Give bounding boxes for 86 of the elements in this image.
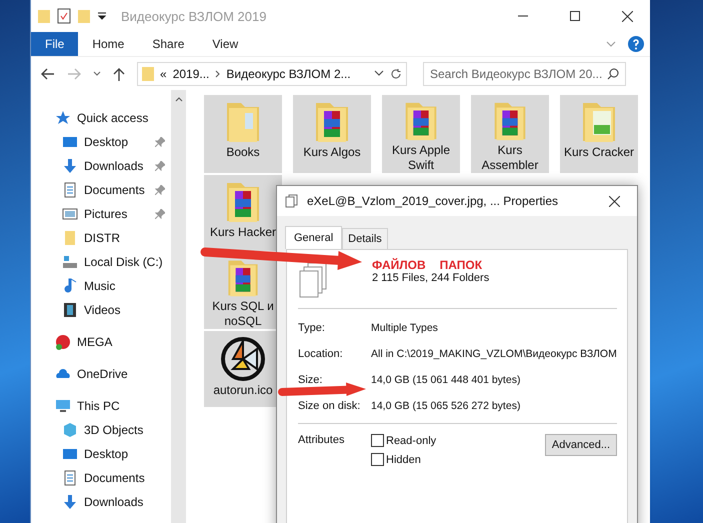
scroll-up-icon[interactable] xyxy=(174,96,182,102)
breadcrumb-item[interactable]: 2019... xyxy=(172,66,210,80)
property-value: 14,0 GB (15 061 448 401 bytes) xyxy=(371,374,520,386)
refresh-icon[interactable] xyxy=(390,68,402,80)
file-tile[interactable]: Books xyxy=(204,95,282,173)
ribbon-tab[interactable]: File xyxy=(31,32,78,56)
help-icon[interactable] xyxy=(628,36,644,52)
dialog-title: eXeL@B_Vzlom_2019_cover.jpg, ... Properties xyxy=(307,194,559,208)
monitor-icon xyxy=(62,446,78,462)
film-icon xyxy=(62,302,78,318)
maximize-icon xyxy=(570,11,580,21)
nav-item[interactable]: MEGA xyxy=(31,330,171,354)
nav-item[interactable]: Downloads xyxy=(31,154,171,178)
up-arrow-icon xyxy=(113,66,125,80)
down-arrow-icon xyxy=(62,494,78,510)
address-bar[interactable]: « 2019... Видеокурс ВЗЛОМ 2... xyxy=(137,62,407,86)
nav-item[interactable]: Desktop xyxy=(31,442,171,466)
nav-item[interactable]: Pictures xyxy=(31,202,171,226)
document-icon xyxy=(62,182,78,198)
search-field[interactable]: Search Видеокурс ВЗЛОМ 20... xyxy=(423,62,626,86)
close-icon xyxy=(622,10,632,22)
attribute-checkbox[interactable]: Read-only xyxy=(371,434,545,447)
nav-item[interactable]: DISTR xyxy=(31,226,171,250)
attributes-label: Attributes xyxy=(298,434,346,448)
property-value: Multiple Types xyxy=(371,322,438,334)
chevron-down-icon[interactable] xyxy=(374,70,384,78)
hard-drive-icon xyxy=(62,254,78,270)
close-icon xyxy=(608,196,620,206)
chevron-down-icon xyxy=(93,70,101,76)
nav-item[interactable]: OneDrive xyxy=(31,362,171,386)
computer-icon xyxy=(55,398,71,414)
music-note-icon xyxy=(62,278,78,294)
item-count: 2 115 Files, 244 Folders xyxy=(372,272,490,284)
down-arrow-icon xyxy=(62,158,78,174)
cube-icon xyxy=(62,422,78,438)
scrollbar[interactable] xyxy=(171,90,186,523)
folder-icon xyxy=(142,66,154,82)
attribute-checkbox[interactable]: Hidden xyxy=(371,453,545,466)
circle-logo-icon xyxy=(55,334,71,350)
breadcrumb-item[interactable]: Видеокурс ВЗЛОМ 2... xyxy=(226,66,351,80)
files-icon xyxy=(298,262,328,300)
star-icon xyxy=(55,110,71,126)
file-tile[interactable]: Kurs Algos xyxy=(293,95,371,173)
annotation-label: ПАПОК xyxy=(440,258,482,272)
back-arrow-icon xyxy=(41,68,55,80)
ribbon-tab[interactable]: Share xyxy=(138,32,198,56)
file-tile[interactable]: Kurs Cracker xyxy=(560,95,638,173)
forward-arrow-icon xyxy=(67,68,81,80)
annotation-label: ФАЙЛОВ xyxy=(372,258,426,272)
ribbon-tab[interactable]: Home xyxy=(78,32,138,56)
file-tile[interactable]: Kurs Apple Swift xyxy=(382,95,460,173)
picture-icon xyxy=(62,206,78,222)
nav-item[interactable]: Local Disk (C:) xyxy=(31,250,171,274)
nav-item[interactable]: Downloads xyxy=(31,490,171,514)
ribbon-tab[interactable]: View xyxy=(198,32,252,56)
monitor-icon xyxy=(62,134,78,150)
property-label: Type: xyxy=(298,322,326,334)
nav-item[interactable]: 3D Objects xyxy=(31,418,171,442)
property-label: Size: xyxy=(298,374,324,386)
nav-item[interactable]: Documents xyxy=(31,466,171,490)
chevron-right-icon xyxy=(215,70,220,78)
window-title: Видеокурс ВЗЛОМ 2019 xyxy=(121,8,268,24)
folder-icon xyxy=(62,230,78,246)
nav-item[interactable]: Quick access xyxy=(31,106,171,130)
folder-icon xyxy=(37,8,51,24)
nav-item[interactable]: Videos xyxy=(31,298,171,322)
triangle-circle-icon xyxy=(219,335,267,383)
nav-item[interactable]: Desktop xyxy=(31,130,171,154)
files-icon xyxy=(285,194,299,208)
checklist-icon[interactable] xyxy=(57,8,71,24)
property-value: 14,0 GB (15 065 526 272 bytes) xyxy=(371,400,520,412)
file-tile[interactable]: Kurs Hacker xyxy=(204,175,282,251)
search-icon xyxy=(607,68,619,80)
property-label: Size on disk: xyxy=(298,400,362,412)
document-icon xyxy=(62,470,78,486)
breadcrumb-overflow[interactable]: « xyxy=(160,66,167,80)
file-tile[interactable]: Kurs Assembler xyxy=(471,95,549,173)
nav-item[interactable]: Music xyxy=(31,274,171,298)
dialog-tab[interactable]: Details xyxy=(342,228,388,249)
property-label: Location: xyxy=(298,348,344,360)
nav-item[interactable]: This PC xyxy=(31,394,171,418)
nav-item[interactable]: Documents xyxy=(31,178,171,202)
advanced-button[interactable]: Advanced... xyxy=(544,434,617,456)
property-value: All in C:\2019_MAKING_VZLOM\Видеокурс ВЗЛОМ xyxy=(371,348,617,360)
dropdown-icon[interactable] xyxy=(97,11,107,21)
dialog-tab[interactable]: General xyxy=(285,226,342,249)
